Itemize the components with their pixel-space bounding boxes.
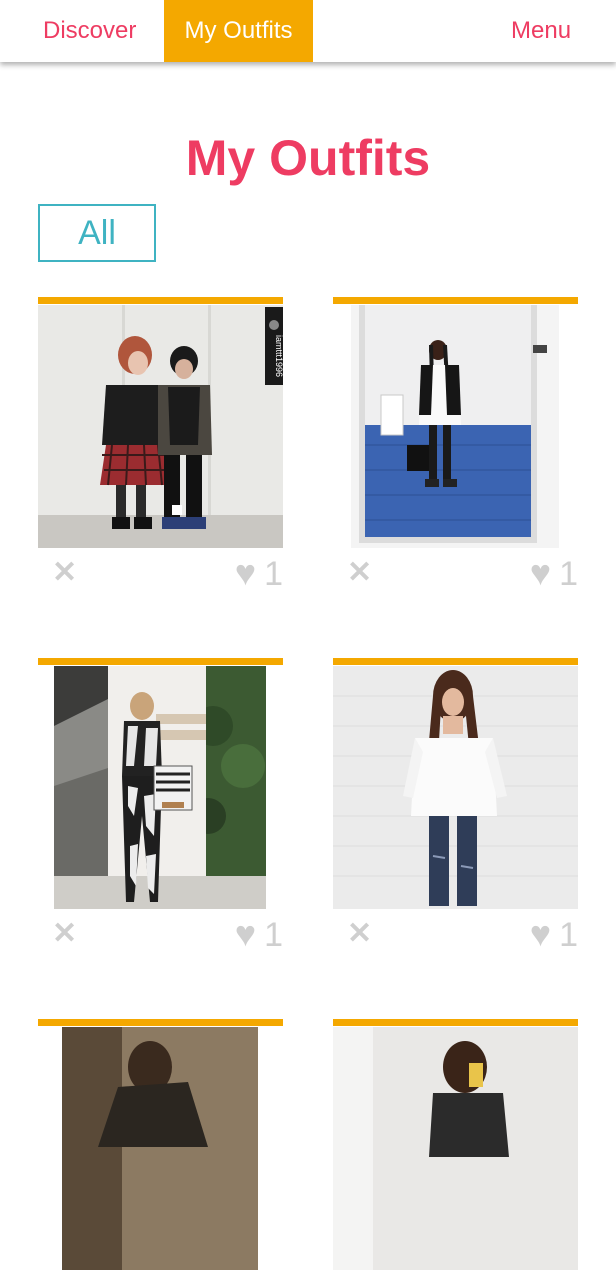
like-count: 1 (559, 916, 578, 954)
like-count: 1 (559, 555, 578, 593)
heart-icon: ♥ (234, 552, 257, 593)
like-count: 1 (264, 555, 283, 593)
outfit-photo[interactable]: iamttt1996 (38, 305, 283, 548)
card-accent-bar (38, 1019, 283, 1026)
like-button[interactable]: ♥ 1 (234, 913, 283, 954)
remove-outfit-button[interactable]: ✕ (52, 558, 80, 588)
card-accent-bar (38, 297, 283, 304)
nav-my-outfits[interactable]: My Outfits (164, 0, 313, 62)
card-accent-bar (333, 297, 578, 304)
card-accent-bar (38, 658, 283, 665)
nav-menu[interactable]: Menu (511, 0, 571, 62)
like-button[interactable]: ♥ 1 (234, 552, 283, 593)
page-title: My Outfits (185, 130, 431, 186)
heart-icon: ♥ (529, 552, 552, 593)
heart-icon: ♥ (529, 913, 552, 954)
remove-outfit-button[interactable]: ✕ (52, 919, 80, 949)
outfit-photo[interactable] (38, 666, 283, 909)
nav-discover[interactable]: Discover (43, 0, 136, 62)
outfit-photo[interactable] (333, 666, 578, 909)
like-count: 1 (264, 916, 283, 954)
outfit-photo[interactable] (38, 1027, 283, 1270)
filter-all-button[interactable]: All (38, 204, 156, 262)
remove-outfit-button[interactable]: ✕ (347, 558, 375, 588)
heart-icon: ♥ (234, 913, 257, 954)
outfit-photo[interactable] (333, 305, 578, 548)
photo-watermark: iamttt1996 (274, 335, 283, 377)
outfit-photo[interactable] (333, 1027, 578, 1270)
remove-outfit-button[interactable]: ✕ (347, 919, 375, 949)
like-button[interactable]: ♥ 1 (529, 913, 578, 954)
card-accent-bar (333, 658, 578, 665)
card-accent-bar (333, 1019, 578, 1026)
like-button[interactable]: ♥ 1 (529, 552, 578, 593)
top-navigation: Discover My Outfits Menu (0, 0, 616, 62)
